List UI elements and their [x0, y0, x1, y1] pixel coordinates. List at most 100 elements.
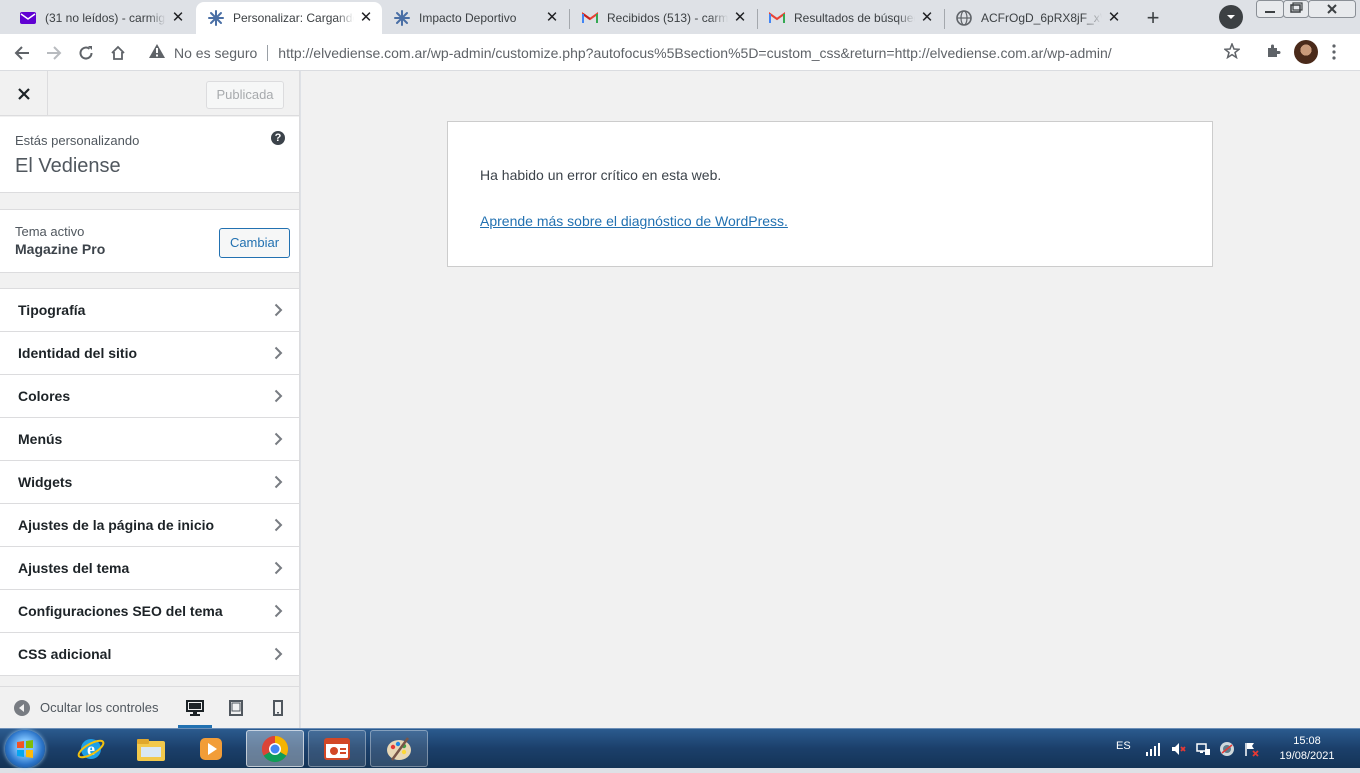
desktop-icon	[186, 700, 204, 716]
tab-close-icon[interactable]: ✕	[919, 10, 935, 26]
chrome-icon	[261, 735, 289, 762]
collapse-arrow-icon[interactable]	[14, 700, 30, 716]
browser-tab-customizer[interactable]: Personalizar: Cargando... ✕	[196, 2, 382, 34]
taskbar-powerpoint[interactable]	[308, 730, 366, 767]
url-text[interactable]: http://elvediense.com.ar/wp-admin/custom…	[278, 45, 1111, 61]
section-pagina-inicio[interactable]: Ajustes de la página de inicio	[0, 504, 299, 547]
chevron-right-icon	[274, 647, 283, 661]
tab-close-icon[interactable]: ✕	[358, 10, 374, 26]
back-button[interactable]	[8, 39, 36, 67]
tab-title: Impacto Deportivo	[419, 11, 517, 25]
preview-mobile-button[interactable]	[266, 696, 290, 720]
browser-toolbar: No es seguro http://elvediense.com.ar/wp…	[0, 34, 1360, 71]
tab-close-icon[interactable]: ✕	[1106, 10, 1122, 26]
chevron-right-icon	[274, 561, 283, 575]
tab-title: (31 no leídos) - carmigh	[45, 11, 166, 25]
active-theme-panel: Tema activo Magazine Pro Cambiar	[0, 209, 299, 273]
customizer-sections-list: Tipografía Identidad del sitio Colores M…	[0, 288, 299, 676]
new-tab-button[interactable]: +	[1139, 4, 1167, 32]
section-tipografia[interactable]: Tipografía	[0, 289, 299, 332]
preview-tablet-button[interactable]	[224, 696, 248, 720]
section-widgets[interactable]: Widgets	[0, 461, 299, 504]
taskbar-explorer[interactable]	[122, 730, 180, 767]
home-button[interactable]	[104, 39, 132, 67]
profile-avatar[interactable]	[1294, 40, 1318, 64]
action-center-flag-icon[interactable]	[1243, 741, 1259, 757]
start-button[interactable]	[5, 730, 45, 768]
customizer-sidebar: Publicada Estás personalizando El Vedien…	[0, 71, 300, 729]
browser-tab-file[interactable]: ACFrOgD_6pRX8jF_xVZ ✕	[944, 2, 1130, 34]
security-center-icon[interactable]	[1219, 741, 1235, 757]
minimize-icon	[1256, 0, 1284, 18]
window-close-button[interactable]	[1308, 0, 1356, 18]
tab-close-icon[interactable]: ✕	[170, 10, 186, 26]
system-clock[interactable]: 15:08 19/08/2021	[1272, 734, 1342, 764]
media-player-icon	[200, 737, 222, 760]
arrow-left-icon	[14, 46, 29, 60]
taskbar-internet-explorer[interactable]: e	[62, 730, 120, 767]
site-info-panel: Estás personalizando El Vediense ?	[0, 117, 299, 193]
section-label: Menús	[18, 431, 63, 447]
tab-close-icon[interactable]: ✕	[732, 10, 748, 26]
theme-name: Magazine Pro	[15, 241, 106, 257]
section-ajustes-tema[interactable]: Ajustes del tema	[0, 547, 299, 590]
preview-desktop-button[interactable]	[178, 696, 212, 729]
site-title: El Vediense	[15, 155, 121, 177]
chevron-right-icon	[274, 389, 283, 403]
browser-menu-icon[interactable]	[1332, 44, 1336, 65]
windows-taskbar: e ES 15:08 19/08/2021	[0, 728, 1360, 768]
section-label: Ajustes de la página de inicio	[18, 517, 215, 533]
section-colores[interactable]: Colores	[0, 375, 299, 418]
section-seo[interactable]: Configuraciones SEO del tema	[0, 590, 299, 633]
bookmark-star-icon[interactable]	[1223, 41, 1241, 64]
maximize-button[interactable]	[1283, 0, 1309, 18]
tab-search-button[interactable]	[1219, 5, 1243, 29]
restore-icon	[1283, 0, 1309, 18]
section-label: Configuraciones SEO del tema	[18, 603, 223, 619]
critical-error-box: Ha habido un error crítico en esta web. …	[447, 121, 1213, 267]
gmail-icon	[769, 10, 785, 26]
minimize-button[interactable]	[1256, 0, 1284, 18]
clock-date: 19/08/2021	[1279, 750, 1335, 762]
browser-tab-yahoo[interactable]: (31 no leídos) - carmigh ✕	[8, 2, 194, 34]
paint-palette-icon	[387, 736, 411, 761]
tab-title: Personalizar: Cargando...	[233, 11, 354, 25]
section-label: Colores	[18, 388, 71, 404]
chevron-down-icon	[1227, 15, 1235, 19]
browser-tab-strip: (31 no leídos) - carmigh ✕ Personalizar:…	[0, 0, 1360, 34]
section-identidad[interactable]: Identidad del sitio	[0, 332, 299, 375]
close-customizer-button[interactable]	[0, 71, 48, 116]
reload-button[interactable]	[72, 39, 100, 67]
published-button[interactable]: Publicada	[206, 81, 284, 109]
signal-bars-icon[interactable]	[1145, 741, 1161, 757]
volume-muted-icon[interactable]	[1170, 741, 1186, 757]
security-label[interactable]: No es seguro	[174, 45, 257, 61]
tab-close-icon[interactable]: ✕	[544, 10, 560, 26]
chevron-right-icon	[274, 346, 283, 360]
help-icon[interactable]: ?	[271, 131, 285, 145]
browser-tab-impacto[interactable]: Impacto Deportivo ✕	[382, 2, 568, 34]
change-theme-button[interactable]: Cambiar	[219, 228, 290, 258]
reload-icon	[79, 46, 93, 60]
wordpress-debug-link[interactable]: Aprende más sobre el diagnóstico de Word…	[480, 213, 788, 229]
taskbar-paint[interactable]	[370, 730, 428, 767]
hide-controls-button[interactable]: Ocultar los controles	[40, 700, 159, 715]
warning-icon[interactable]	[149, 44, 165, 61]
section-menus[interactable]: Menús	[0, 418, 299, 461]
close-icon	[1308, 0, 1356, 18]
customizer-header: Publicada	[0, 71, 299, 116]
wordpress-loading-icon	[394, 10, 410, 26]
section-label: Tipografía	[18, 302, 86, 318]
address-bar[interactable]: No es seguro http://elvediense.com.ar/wp…	[141, 38, 1253, 67]
browser-tab-gmail-inbox[interactable]: Recibidos (513) - carmi ✕	[570, 2, 756, 34]
browser-tab-gmail-search[interactable]: Resultados de búsqueda ✕	[757, 2, 943, 34]
arrow-right-icon	[47, 46, 62, 60]
taskbar-chrome[interactable]	[246, 730, 304, 767]
forward-button[interactable]	[40, 39, 68, 67]
extensions-puzzle-icon[interactable]	[1265, 43, 1281, 64]
taskbar-media-player[interactable]	[182, 730, 240, 767]
network-icon[interactable]	[1195, 741, 1211, 757]
section-css-adicional[interactable]: CSS adicional	[0, 633, 299, 676]
language-indicator[interactable]: ES	[1116, 740, 1131, 752]
customizer-footer: Ocultar los controles	[0, 686, 299, 729]
